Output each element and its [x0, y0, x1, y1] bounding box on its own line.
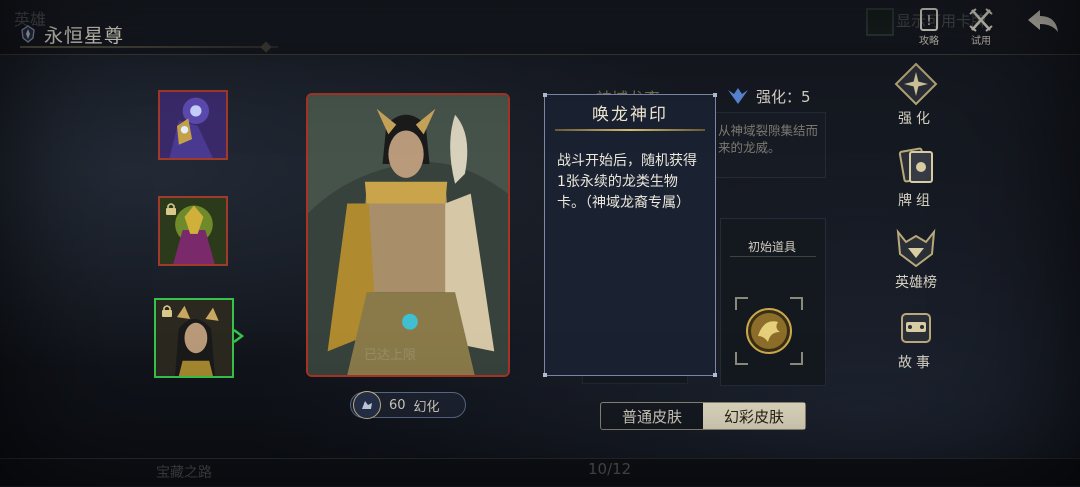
hero-thumb-1[interactable] — [158, 90, 228, 160]
tooltip-corner — [543, 93, 547, 97]
hero-thumb-3-selected[interactable] — [154, 298, 234, 378]
svg-text:!: ! — [926, 14, 931, 29]
enhance-wings-icon — [728, 88, 748, 104]
enhance-compass-icon — [894, 62, 938, 106]
hero-desc-text: 从神域裂隙集结而来的龙威。 — [718, 123, 819, 155]
title-underline — [20, 46, 278, 48]
story-menu-button[interactable]: 故事 — [882, 306, 950, 372]
enhance-menu-label: 强化 — [898, 111, 934, 127]
start-item-slot[interactable] — [734, 296, 804, 366]
selected-arrow-icon — [233, 329, 244, 343]
enhance-level-text: 强化：5 — [756, 87, 811, 106]
skill-tooltip: 唤龙神印 战斗开始后，随机获得1张永续的龙类生物卡。（神域龙裔专属） — [543, 93, 717, 377]
title-group: 永恒星尊 — [18, 20, 124, 48]
lock-icon — [166, 203, 176, 215]
tooltip-corner — [713, 373, 717, 377]
story-menu-label: 故事 — [898, 355, 934, 371]
tooltip-title: 唤龙神印 — [592, 105, 668, 125]
tooltip-title-rule — [555, 129, 705, 131]
show-usable-checkbox[interactable] — [866, 8, 894, 36]
bottom-left-label: 宝藏之路 — [156, 465, 212, 481]
skin-count-label: 幻化 — [413, 399, 440, 415]
skin-gem-icon — [353, 391, 381, 419]
guide-book-icon: ! — [920, 8, 938, 31]
guide-button[interactable]: ! 攻略 — [912, 6, 946, 47]
start-item-label: 初始道具 — [747, 240, 796, 254]
skin-type-toggle: 普通皮肤 幻彩皮肤 — [600, 402, 806, 430]
deck-menu-label: 牌组 — [898, 193, 934, 209]
page-title: 永恒星尊 — [44, 24, 125, 47]
hero-card-illustration — [308, 95, 508, 375]
hero-page-count: 10/12 — [588, 460, 632, 478]
dragon-seal-icon — [735, 297, 803, 365]
skin-count-value: 60 — [389, 397, 406, 413]
hero-card-art[interactable]: 已达上限 — [306, 93, 510, 377]
guide-label: 攻略 — [919, 36, 939, 47]
trial-button[interactable]: 试用 — [964, 6, 998, 47]
back-button[interactable] — [1024, 6, 1064, 40]
tooltip-body: 战斗开始后，随机获得1张永续的龙类生物卡。（神域龙裔专属） — [557, 153, 697, 211]
back-arrow-icon — [1028, 10, 1058, 32]
scroll-story-icon — [901, 313, 931, 343]
ranking-menu-button[interactable]: 英雄榜 — [882, 226, 950, 292]
hero-thumb-2[interactable] — [158, 196, 228, 266]
deck-menu-button[interactable]: 牌组 — [882, 144, 950, 210]
crossed-swords-icon — [969, 8, 993, 32]
helmet-ranking-icon — [896, 228, 936, 268]
card-watermark: 已达上限 — [364, 348, 417, 363]
normal-skin-tab[interactable]: 普通皮肤 — [601, 403, 703, 429]
tooltip-corner — [713, 93, 717, 97]
top-bar: 英雄 永恒星尊 显示可用卡牌 ! 攻略 试用 — [0, 0, 1080, 55]
start-item-divider — [730, 256, 816, 257]
tooltip-corner — [543, 373, 547, 377]
trial-label: 试用 — [971, 36, 991, 47]
enhance-level: 强化：5 — [726, 84, 811, 108]
ranking-menu-label: 英雄榜 — [895, 275, 937, 291]
lock-icon — [162, 305, 172, 317]
hero-emblem-icon — [21, 25, 35, 43]
hero-portrait-1 — [160, 92, 226, 158]
skin-count-badge[interactable]: 60 幻化 — [350, 391, 466, 419]
enhance-menu-button[interactable]: 强化 — [882, 62, 950, 128]
title-underline-ornament — [260, 41, 272, 53]
fancy-skin-tab[interactable]: 幻彩皮肤 — [703, 403, 805, 429]
card-deck-icon — [898, 147, 933, 183]
